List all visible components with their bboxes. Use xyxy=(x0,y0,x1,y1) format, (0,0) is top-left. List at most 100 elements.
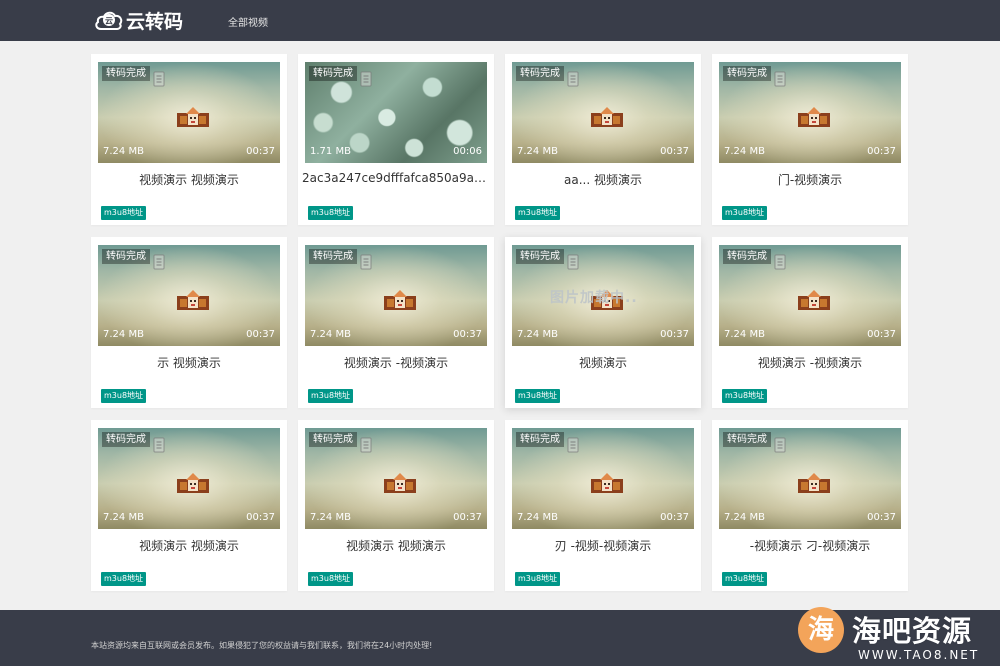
m3u8-link-button[interactable]: m3u8地址 xyxy=(515,389,561,403)
watermark: 海 海吧资源 WWW.TAO8.NET xyxy=(792,604,997,666)
file-size: 7.24 MB xyxy=(103,512,144,523)
video-card[interactable]: 转码完成 7.24 MB 00:37 视频演示 -视频演示 m3u8地址 xyxy=(298,237,494,408)
status-badge: 转码完成 xyxy=(102,249,150,264)
video-grid: 转码完成 7.24 MB 00:37 视频演示 视频演示 m3u8地址 转码完成 1.71 … xyxy=(91,54,909,595)
video-title[interactable]: 视频演示 视频演示 xyxy=(302,537,490,554)
watermark-name: 海吧资源 xyxy=(852,614,973,648)
status-badge: 转码完成 xyxy=(102,432,150,447)
video-duration: 00:37 xyxy=(660,512,689,523)
document-icon xyxy=(153,437,165,457)
video-thumbnail[interactable]: 转码完成 7.24 MB 00:37 xyxy=(98,62,280,163)
video-duration: 00:37 xyxy=(246,512,275,523)
video-title[interactable]: 示 视频演示 xyxy=(95,354,283,371)
video-title[interactable]: 视频演示 -视频演示 xyxy=(716,354,904,371)
video-card[interactable]: 转码完成 7.24 MB 00:37 视频演示 视频演示 m3u8地址 xyxy=(91,54,287,225)
file-size: 7.24 MB xyxy=(517,512,558,523)
document-icon xyxy=(774,437,786,457)
video-thumbnail[interactable]: 转码完成 1.71 MB 00:06 xyxy=(305,62,487,163)
video-title[interactable]: aa... 视频演示 xyxy=(509,171,697,188)
video-duration: 00:37 xyxy=(246,146,275,157)
video-card[interactable]: 转码完成 7.24 MB 00:37 视频演示 -视频演示 m3u8地址 xyxy=(712,237,908,408)
file-size: 7.24 MB xyxy=(724,512,765,523)
video-thumbnail[interactable]: 转码完成 7.24 MB 00:37 xyxy=(98,428,280,529)
m3u8-link-button[interactable]: m3u8地址 xyxy=(722,389,768,403)
video-card[interactable]: 转码完成 图片加载中.. 7.24 MB 00:37 视频演示 m3u8地址 xyxy=(505,237,701,408)
watermark-url: WWW.TAO8.NET xyxy=(858,648,980,662)
video-card[interactable]: 转码完成 7.24 MB 00:37 门-视频演示 m3u8地址 xyxy=(712,54,908,225)
video-card[interactable]: 转码完成 7.24 MB 00:37 视频演示 视频演示 m3u8地址 xyxy=(91,420,287,591)
status-badge: 转码完成 xyxy=(309,66,357,81)
video-duration: 00:37 xyxy=(246,329,275,340)
footer-notice: 本站资源均来自互联网或会员发布。如果侵犯了您的权益请与我们联系，我们将在24小时… xyxy=(91,641,433,650)
m3u8-link-button[interactable]: m3u8地址 xyxy=(308,206,354,220)
video-title[interactable]: 视频演示 视频演示 xyxy=(95,171,283,188)
video-card[interactable]: 转码完成 7.24 MB 00:37 刃 -视频-视频演示 m3u8地址 xyxy=(505,420,701,591)
video-title[interactable]: -视频演示 刁-视频演示 xyxy=(716,537,904,554)
nav-all-videos[interactable]: 全部视频 xyxy=(228,14,268,29)
video-card[interactable]: 转码完成 7.24 MB 00:37 aa... 视频演示 m3u8地址 xyxy=(505,54,701,225)
video-thumbnail[interactable]: 转码完成 7.24 MB 00:37 xyxy=(719,245,901,346)
file-size: 7.24 MB xyxy=(517,146,558,157)
video-thumbnail[interactable]: 转码完成 图片加载中.. 7.24 MB 00:37 xyxy=(512,245,694,346)
m3u8-link-button[interactable]: m3u8地址 xyxy=(515,206,561,220)
video-card[interactable]: 转码完成 1.71 MB 00:06 2ac3a247ce9dfffafca850a9… xyxy=(298,54,494,225)
house-thumbnail-icon xyxy=(175,471,211,499)
logo-text: 云转码 xyxy=(126,10,184,33)
status-badge: 转码完成 xyxy=(723,66,771,81)
status-badge: 转码完成 xyxy=(309,432,357,447)
m3u8-link-button[interactable]: m3u8地址 xyxy=(722,572,768,586)
m3u8-link-button[interactable]: m3u8地址 xyxy=(308,389,354,403)
video-thumbnail[interactable]: 转码完成 7.24 MB 00:37 xyxy=(305,428,487,529)
house-thumbnail-icon xyxy=(589,471,625,499)
video-thumbnail[interactable]: 转码完成 7.24 MB 00:37 xyxy=(719,428,901,529)
cloud-logo-icon: 云 xyxy=(95,11,123,30)
svg-text:云: 云 xyxy=(105,17,113,26)
document-icon xyxy=(774,71,786,91)
file-size: 7.24 MB xyxy=(310,329,351,340)
status-badge: 转码完成 xyxy=(102,66,150,81)
house-thumbnail-icon xyxy=(796,288,832,316)
file-size: 7.24 MB xyxy=(310,512,351,523)
video-card[interactable]: 转码完成 7.24 MB 00:37 -视频演示 刁-视频演示 m3u8地址 xyxy=(712,420,908,591)
file-size: 1.71 MB xyxy=(310,146,351,157)
video-thumbnail[interactable]: 转码完成 7.24 MB 00:37 xyxy=(305,245,487,346)
video-thumbnail[interactable]: 转码完成 7.24 MB 00:37 xyxy=(512,62,694,163)
file-size: 7.24 MB xyxy=(724,329,765,340)
video-card[interactable]: 转码完成 7.24 MB 00:37 视频演示 视频演示 m3u8地址 xyxy=(298,420,494,591)
file-size: 7.24 MB xyxy=(103,146,144,157)
video-duration: 00:37 xyxy=(453,329,482,340)
house-thumbnail-icon xyxy=(796,105,832,133)
document-icon xyxy=(567,437,579,457)
document-icon xyxy=(774,254,786,274)
video-duration: 00:37 xyxy=(867,146,896,157)
video-title[interactable]: 刃 -视频-视频演示 xyxy=(509,537,697,554)
document-icon xyxy=(360,437,372,457)
house-thumbnail-icon xyxy=(382,471,418,499)
video-title[interactable]: 门-视频演示 xyxy=(716,171,904,188)
video-thumbnail[interactable]: 转码完成 7.24 MB 00:37 xyxy=(98,245,280,346)
m3u8-link-button[interactable]: m3u8地址 xyxy=(308,572,354,586)
house-thumbnail-icon xyxy=(175,105,211,133)
video-duration: 00:37 xyxy=(660,329,689,340)
document-icon xyxy=(360,254,372,274)
video-title[interactable]: 视频演示 xyxy=(509,354,697,371)
video-duration: 00:37 xyxy=(453,512,482,523)
m3u8-link-button[interactable]: m3u8地址 xyxy=(722,206,768,220)
document-icon xyxy=(567,71,579,91)
video-thumbnail[interactable]: 转码完成 7.24 MB 00:37 xyxy=(719,62,901,163)
m3u8-link-button[interactable]: m3u8地址 xyxy=(101,206,147,220)
site-logo[interactable]: 云 云转码 xyxy=(94,4,194,36)
video-thumbnail[interactable]: 转码完成 7.24 MB 00:37 xyxy=(512,428,694,529)
m3u8-link-button[interactable]: m3u8地址 xyxy=(101,572,147,586)
video-title[interactable]: 2ac3a247ce9dfffafca850a9aa... xyxy=(302,171,490,185)
video-duration: 00:37 xyxy=(660,146,689,157)
video-title[interactable]: 视频演示 -视频演示 xyxy=(302,354,490,371)
file-size: 7.24 MB xyxy=(103,329,144,340)
status-badge: 转码完成 xyxy=(723,432,771,447)
video-card[interactable]: 转码完成 7.24 MB 00:37 示 视频演示 m3u8地址 xyxy=(91,237,287,408)
house-thumbnail-icon xyxy=(175,288,211,316)
m3u8-link-button[interactable]: m3u8地址 xyxy=(101,389,147,403)
video-title[interactable]: 视频演示 视频演示 xyxy=(95,537,283,554)
m3u8-link-button[interactable]: m3u8地址 xyxy=(515,572,561,586)
file-size: 7.24 MB xyxy=(517,329,558,340)
